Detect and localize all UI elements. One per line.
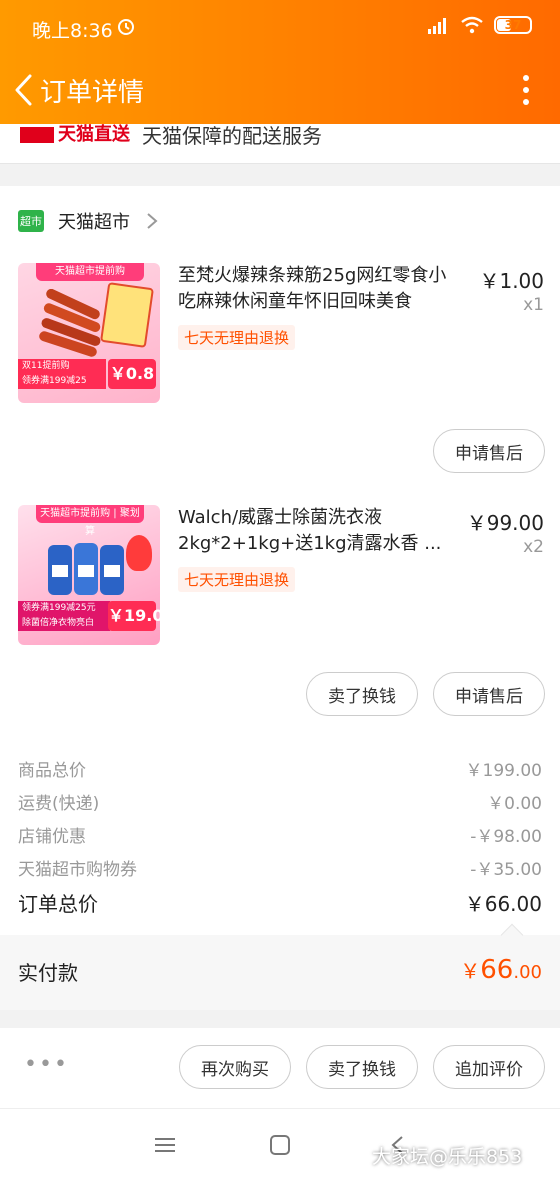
snack-package [100,282,154,348]
summary-value: -￥98.00 [470,827,542,847]
chevron-right-icon [147,213,158,229]
notch-indicator [500,923,524,947]
alarm-icon [118,19,134,35]
after-sales-button[interactable]: 申请售后 [433,672,545,716]
order-item[interactable]: 天猫超市提前购 | 聚划算 领券满199减25元 除菌倍净衣物亮白 ￥19.0 … [0,505,560,655]
image-banner: 天猫超市提前购 | 聚划算 [36,505,144,537]
paid-amount-row: 实付款 ￥66.00 [0,923,560,1010]
nav-bar: 订单详情 [0,56,560,124]
order-item[interactable]: 天猫超市提前购 双11提前购 领券满199减25 ￥0.8 至梵火爆辣条辣筋25… [0,263,560,413]
paid-value: ￥66.00 [460,955,542,985]
delivery-text: 天猫保障的配送服务 [142,124,322,148]
image-coupon: 领券满199减25元 除菌倍净衣物亮白 [18,601,110,631]
order-total-row: 订单总价 ￥66.00 [18,888,542,916]
product-image[interactable]: 天猫超市提前购 双11提前购 领券满199减25 ￥0.8 [18,263,160,403]
shop-header[interactable]: 超市 天猫超市 [18,208,158,234]
summary-label: 商品总价 [18,761,86,781]
delivery-service: 天猫直送 天猫保障的配送服务 [0,124,560,164]
summary-label: 运费(快递) [18,794,100,814]
summary-label: 店铺优惠 [18,827,86,847]
summary-row: 店铺优惠 -￥98.00 [18,822,542,847]
order-card: 超市 天猫超市 天猫超市提前购 双11提前购 领券满199减25 ￥0.8 至梵… [0,186,560,1010]
product-quantity: x1 [523,295,544,315]
summary-value: ￥0.00 [487,794,542,814]
product-image[interactable]: 天猫超市提前购 | 聚划算 领券满199减25元 除菌倍净衣物亮白 ￥19.0 [18,505,160,645]
product-quantity: x2 [523,537,544,557]
product-title[interactable]: 至梵火爆辣条辣筋25g网红零食小吃麻辣休闲童年怀旧回味美食 [178,263,462,315]
image-coupon: 双11提前购 领券满199减25 [18,359,106,389]
image-banner: 天猫超市提前购 [36,263,144,281]
battery-level: 37 [504,18,522,32]
bottom-action-bar: ••• 再次购买 卖了换钱 追加评价 [0,1028,560,1108]
order-total-label: 订单总价 [18,892,98,916]
summary-value: ￥199.00 [465,761,542,781]
hot-sale-badge [126,535,152,571]
status-bar: 晚上8:36 37 [0,0,560,56]
watermark: 大家坛@乐乐853 [372,1146,523,1168]
after-sales-button[interactable]: 申请售后 [433,429,545,473]
resell-button[interactable]: 卖了换钱 [306,672,418,716]
home-icon[interactable] [270,1135,290,1155]
summary-value: -￥35.00 [470,860,542,880]
status-time: 晚上8:36 [32,20,113,42]
image-price: ￥19.0 [108,601,160,631]
paid-label: 实付款 [18,961,78,985]
summary-row: 天猫超市购物券 -￥35.00 [18,855,542,880]
tmall-direct-logo: 天猫直送 [20,124,130,146]
shop-badge: 超市 [18,210,44,232]
order-total-value: ￥66.00 [464,892,542,916]
back-icon[interactable] [12,73,36,107]
signal-icon [428,18,446,34]
add-review-button[interactable]: 追加评价 [433,1045,545,1089]
summary-row: 商品总价 ￥199.00 [18,756,542,781]
more-icon[interactable] [522,72,530,108]
battery-icon: 37 [494,16,532,34]
shop-name: 天猫超市 [58,212,130,233]
menu-icon[interactable] [155,1137,175,1153]
product-price: ￥99.00 [466,511,544,535]
resell-button[interactable]: 卖了换钱 [306,1045,418,1089]
return-policy-tag: 七天无理由退换 [178,567,296,592]
summary-label: 天猫超市购物券 [18,860,137,880]
buy-again-button[interactable]: 再次购买 [179,1045,291,1089]
return-policy-tag: 七天无理由退换 [178,325,296,350]
more-actions-icon[interactable]: ••• [24,1052,69,1077]
wifi-icon [461,16,483,34]
summary-row: 运费(快递) ￥0.00 [18,789,542,814]
product-price: ￥1.00 [479,269,544,293]
product-title[interactable]: Walch/威露士除菌洗衣液2kg*2+1kg+送1kg清露水香 ... [178,505,462,557]
page-title: 订单详情 [40,78,145,108]
detergent-bottles-graphic [48,543,124,595]
image-price: ￥0.8 [108,359,156,389]
